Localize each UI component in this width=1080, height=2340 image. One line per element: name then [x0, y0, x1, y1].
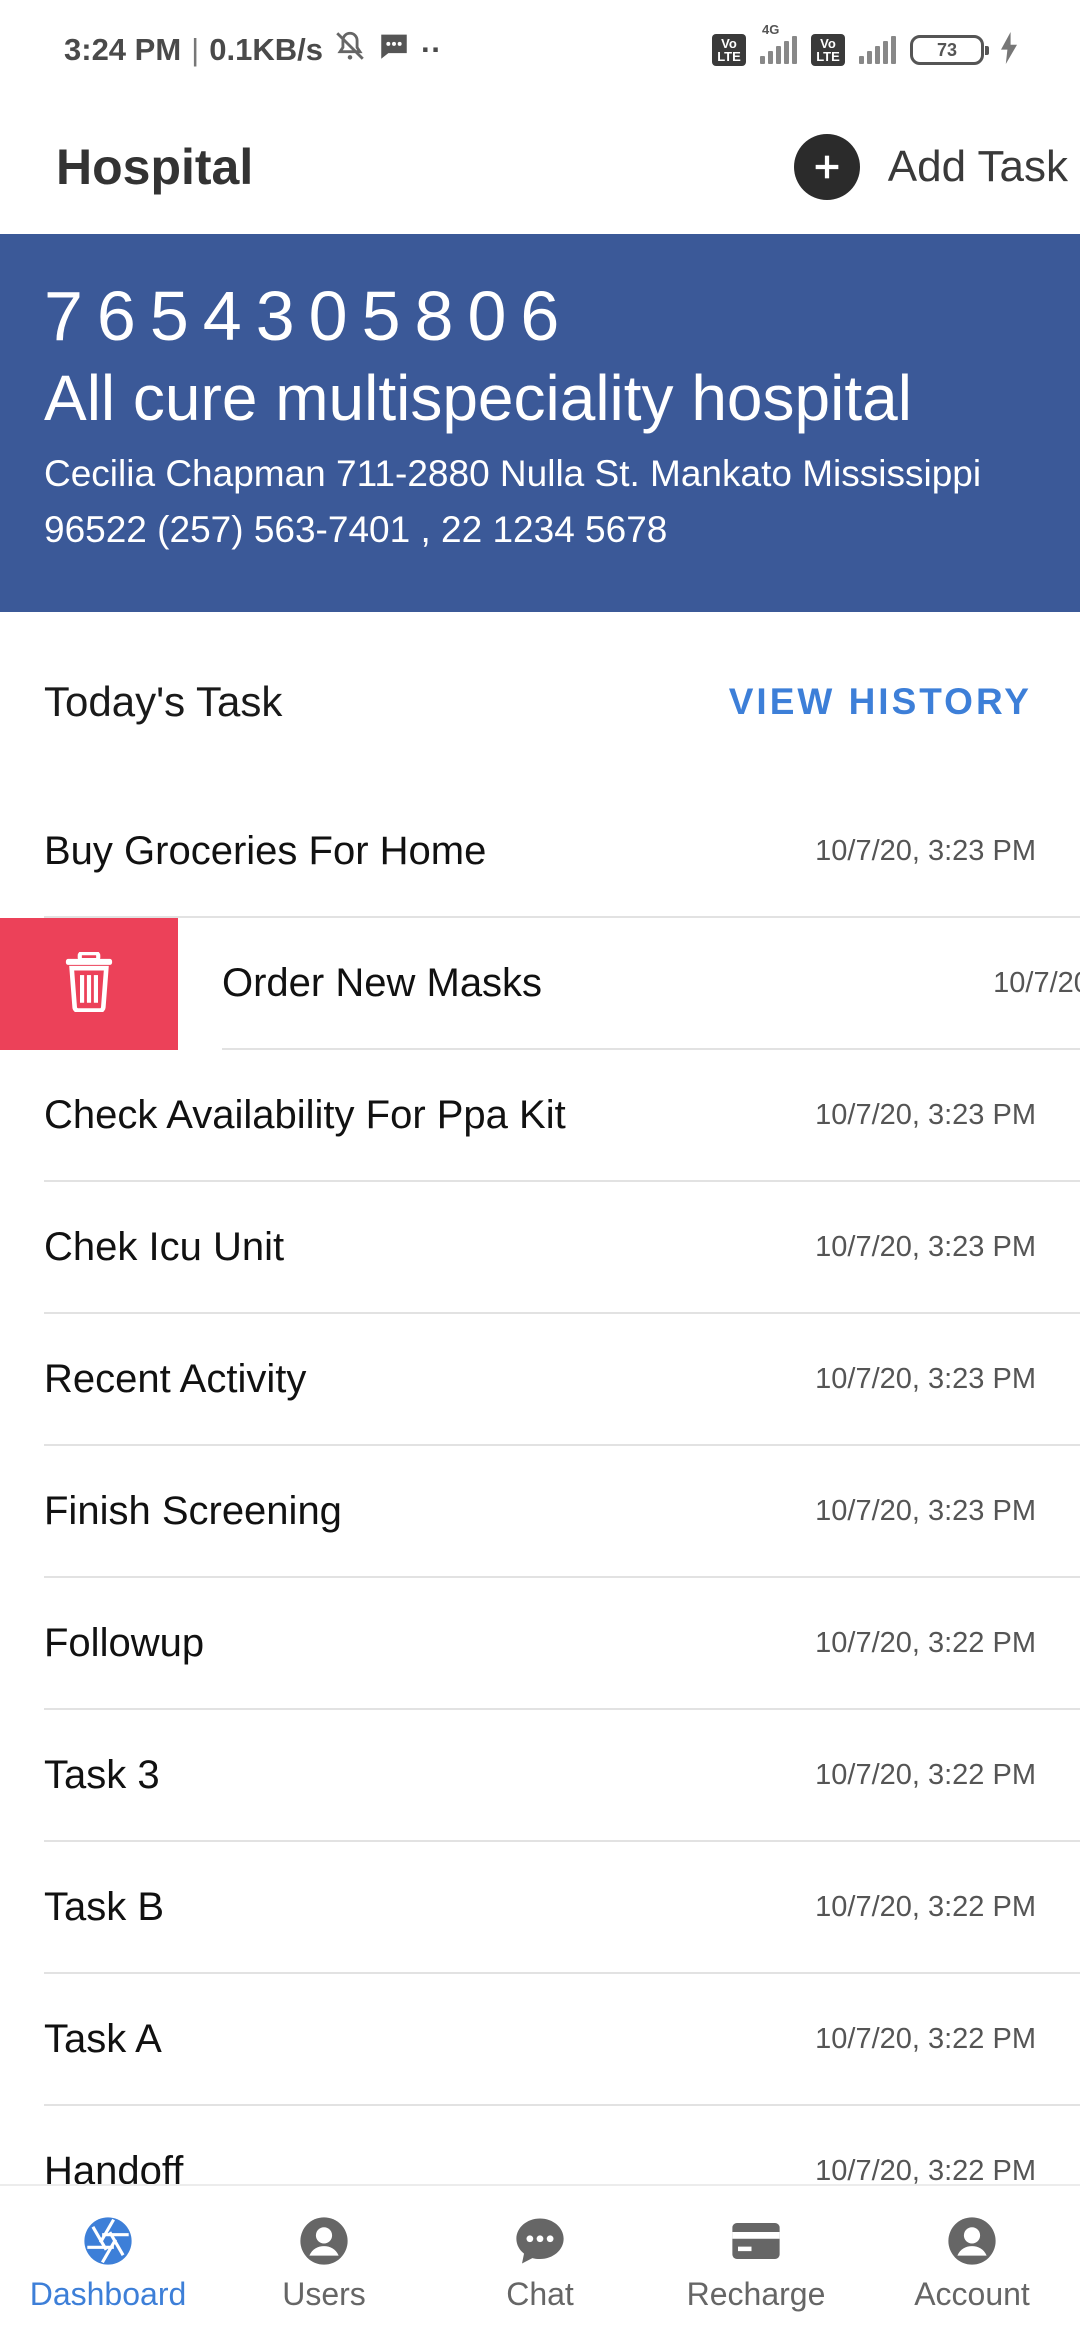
list-item[interactable]: Task B 10/7/20, 3:22 PM	[44, 1842, 1080, 1974]
nav-account[interactable]: Account	[864, 2214, 1080, 2313]
task-title: Recent Activity	[44, 1356, 307, 1401]
status-separator: |	[191, 32, 200, 67]
message-icon	[377, 29, 411, 71]
tasks-section-header: Today's Task VIEW HISTORY	[0, 612, 1080, 792]
trash-icon	[61, 950, 117, 1017]
status-network-speed: 0.1KB/s	[209, 32, 323, 67]
task-title: Task B	[44, 1884, 165, 1929]
hospital-name: All cure multispeciality hospital	[44, 362, 912, 434]
task-time: 10/7/20, 3:22 PM	[815, 2022, 1036, 2055]
list-item[interactable]: Task A 10/7/20, 3:22 PM	[44, 1974, 1080, 2106]
battery-level: 73	[936, 39, 958, 60]
volte-icon-2: Vo LTE	[811, 34, 845, 66]
aperture-icon	[81, 2214, 135, 2268]
task-time: 10/7/20, 3:23 PM	[815, 1098, 1036, 1131]
battery-icon: 73	[910, 35, 989, 65]
page-title: Hospital	[56, 139, 254, 195]
task-row[interactable]: Task 3 10/7/20, 3:22 PM	[0, 1710, 1080, 1842]
task-time: 10/7/20, 3:23 PM	[815, 834, 1036, 867]
task-row[interactable]: Followup 10/7/20, 3:22 PM	[0, 1578, 1080, 1710]
mute-icon	[333, 29, 367, 71]
app-bar: Hospital Add Task	[0, 100, 1080, 234]
nav-dashboard[interactable]: Dashboard	[0, 2214, 216, 2313]
hospital-banner: 7654305806 All cure multispeciality hosp…	[0, 234, 1080, 612]
task-time: 10/7/20, 3:23 PM	[815, 1494, 1036, 1527]
status-bar: 3:24 PM | 0.1KB/s ·· Vo LTE 4G Vo LTE 73	[0, 0, 1080, 100]
list-item[interactable]: Buy Groceries For Home 10/7/20, 3:23 PM	[44, 786, 1080, 918]
signal-4g-icon: 4G	[760, 22, 797, 64]
user-icon	[297, 2214, 351, 2268]
nav-label: Chat	[506, 2275, 574, 2312]
volte-icon: Vo LTE	[712, 34, 746, 66]
chat-bubble-icon	[513, 2214, 567, 2268]
delete-task-button[interactable]	[0, 918, 178, 1050]
list-item[interactable]: Recent Activity 10/7/20, 3:23 PM	[44, 1314, 1080, 1446]
section-title: Today's Task	[44, 678, 283, 725]
task-row[interactable]: Recent Activity 10/7/20, 3:23 PM	[0, 1314, 1080, 1446]
task-list: Buy Groceries For Home 10/7/20, 3:23 PM …	[0, 786, 1080, 2238]
nav-label: Account	[914, 2275, 1030, 2312]
signal-tag: 4G	[762, 22, 780, 37]
task-title: Order New Masks	[222, 960, 543, 1005]
task-row[interactable]: Check Availability For Ppa Kit 10/7/20, …	[0, 1050, 1080, 1182]
credit-card-icon	[729, 2214, 783, 2268]
task-title: Buy Groceries For Home	[44, 828, 487, 873]
plus-icon	[793, 134, 860, 200]
nav-users[interactable]: Users	[216, 2214, 432, 2313]
task-time: 10/7/20, 3:22 PM	[815, 2154, 1036, 2187]
nav-label: Recharge	[686, 2275, 826, 2312]
task-row[interactable]: Task B 10/7/20, 3:22 PM	[0, 1842, 1080, 1974]
add-task-label: Add Task	[887, 142, 1068, 191]
status-right: Vo LTE 4G Vo LTE 73	[712, 22, 1020, 69]
task-row[interactable]: Task A 10/7/20, 3:22 PM	[0, 1974, 1080, 2106]
view-history-button[interactable]: VIEW HISTORY	[729, 681, 1032, 723]
nav-label: Users	[282, 2275, 366, 2312]
hospital-address: Cecilia Chapman 711-2880 Nulla St. Manka…	[44, 453, 982, 550]
task-row-swiped[interactable]: Order New Masks 10/7/20, 3:23 PM	[0, 918, 1080, 1050]
task-time: 10/7/20, 3:23 PM	[815, 1362, 1036, 1395]
list-item[interactable]: Order New Masks 10/7/20, 3:23 PM	[222, 918, 1080, 1050]
task-title: Finish Screening	[44, 1488, 342, 1533]
nav-label: Dashboard	[29, 2275, 187, 2312]
task-row[interactable]: Finish Screening 10/7/20, 3:23 PM	[0, 1446, 1080, 1578]
signal-icon	[859, 36, 896, 64]
task-row[interactable]: Chek Icu Unit 10/7/20, 3:23 PM	[0, 1182, 1080, 1314]
list-item[interactable]: Check Availability For Ppa Kit 10/7/20, …	[44, 1050, 1080, 1182]
task-time: 10/7/20, 3:22 PM	[815, 1626, 1036, 1659]
hospital-phone: 7654305806	[44, 277, 574, 355]
list-item[interactable]: Finish Screening 10/7/20, 3:23 PM	[44, 1446, 1080, 1578]
task-title: Followup	[44, 1620, 205, 1665]
status-left: 3:24 PM | 0.1KB/s ··	[64, 29, 442, 71]
account-icon	[945, 2214, 999, 2268]
task-title: Chek Icu Unit	[44, 1224, 285, 1269]
list-item[interactable]: Followup 10/7/20, 3:22 PM	[44, 1578, 1080, 1710]
status-time: 3:24 PM	[64, 32, 182, 67]
more-notifications-icon: ··	[420, 32, 442, 67]
task-title: Task A	[44, 2016, 162, 2061]
task-time: 10/7/20, 3:22 PM	[815, 1758, 1036, 1791]
add-task-button[interactable]: Add Task	[793, 134, 1068, 200]
task-title: Task 3	[44, 1752, 160, 1797]
task-time: 10/7/20, 3:22 PM	[815, 1890, 1036, 1923]
list-item[interactable]: Chek Icu Unit 10/7/20, 3:23 PM	[44, 1182, 1080, 1314]
charging-icon	[998, 31, 1020, 69]
task-title: Check Availability For Ppa Kit	[44, 1092, 566, 1137]
task-row[interactable]: Buy Groceries For Home 10/7/20, 3:23 PM	[0, 786, 1080, 918]
list-item[interactable]: Task 3 10/7/20, 3:22 PM	[44, 1710, 1080, 1842]
nav-chat[interactable]: Chat	[432, 2214, 648, 2313]
nav-recharge[interactable]: Recharge	[648, 2214, 864, 2313]
task-time: 10/7/20, 3:23 PM	[815, 1230, 1036, 1263]
bottom-nav: Dashboard Users Chat Recharge Account	[0, 2184, 1080, 2340]
task-time: 10/7/20, 3:23 PM	[993, 966, 1080, 999]
